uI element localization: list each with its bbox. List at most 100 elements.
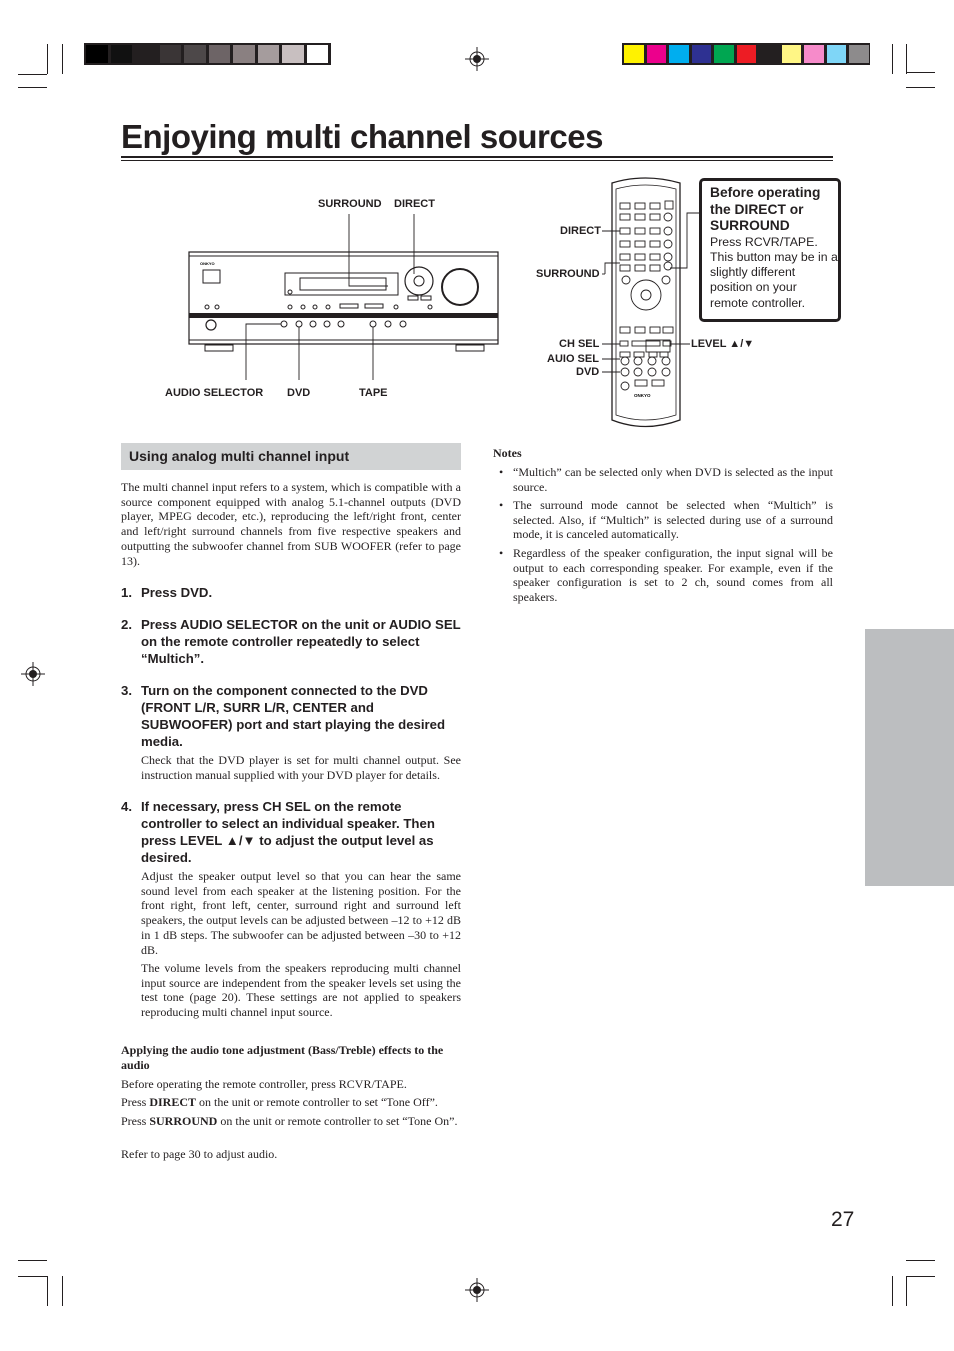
step-text: Press AUDIO SELECTOR on the unit or AUDI… — [141, 617, 461, 666]
title-rule — [121, 156, 833, 158]
note-text: “Multich” can be selected only when DVD … — [513, 465, 833, 494]
color-swatch — [208, 45, 230, 63]
crop-mark — [906, 1276, 907, 1306]
registration-mark-icon — [465, 1278, 489, 1302]
remote-brand-logo: ONKYO — [634, 393, 651, 398]
color-swatch — [826, 45, 846, 63]
color-swatch — [624, 45, 644, 63]
color-swatch — [669, 45, 689, 63]
crop-mark — [18, 87, 47, 88]
color-swatch — [282, 45, 304, 63]
grayscale-bar — [84, 43, 331, 65]
color-swatch — [135, 45, 157, 63]
crop-mark — [892, 44, 893, 74]
color-swatch — [849, 45, 869, 63]
step-number: 4. — [121, 799, 132, 814]
callout-title: Before operating the DIRECT or SURROUND — [710, 185, 821, 233]
level-label: LEVEL ▲/▼ — [691, 338, 755, 350]
intro-paragraph: The multi channel input refers to a syst… — [121, 480, 461, 568]
crop-mark — [892, 1276, 893, 1306]
note-text: Regardless of the speaker configuration,… — [513, 546, 833, 605]
ch-sel-label: CH SEL — [559, 338, 600, 350]
color-swatch — [714, 45, 734, 63]
crop-mark — [906, 1276, 935, 1277]
audio-selector-label: AUDIO SELECTOR — [165, 387, 264, 399]
surround-label: SURROUND — [318, 198, 382, 210]
color-swatch — [646, 45, 666, 63]
tape-label: TAPE — [359, 387, 388, 399]
title-rule — [121, 160, 833, 161]
dvd-label: DVD — [287, 387, 311, 399]
step-4-detail: Adjust the speaker output level so that … — [141, 869, 461, 957]
crop-mark — [906, 87, 935, 88]
tone-paragraph: Before operating the remote controller, … — [121, 1077, 407, 1091]
color-swatch — [804, 45, 824, 63]
color-swatch — [306, 45, 328, 63]
text: Press — [121, 1095, 150, 1109]
color-swatch — [736, 45, 756, 63]
process-color-bar — [622, 43, 870, 65]
step-number: 1. — [121, 585, 132, 600]
crop-mark — [18, 1276, 47, 1277]
step-text: Turn on the component connected to the D… — [141, 683, 446, 749]
step-text: If necessary, press CH SEL on the remote… — [141, 799, 435, 865]
color-swatch — [759, 45, 779, 63]
tone-paragraph: Refer to page 30 to adjust audio. — [121, 1147, 278, 1161]
color-swatch — [86, 45, 108, 63]
page-number: 27 — [831, 1208, 855, 1231]
note-item: • The surround mode cannot be selected wh… — [499, 498, 833, 542]
remote-direct-label: DIRECT — [560, 225, 601, 237]
step-4: 4. If necessary, press CH SEL on the remo… — [121, 798, 461, 866]
section-heading: Using analog multi channel input — [121, 443, 461, 470]
step-4-detail: The volume levels from the speakers repr… — [141, 961, 461, 1020]
step-number: 3. — [121, 683, 132, 698]
crop-mark — [18, 74, 47, 75]
notes-heading: Notes — [493, 446, 522, 460]
registration-mark-icon — [21, 662, 45, 686]
direct-emphasis: DIRECT — [149, 1095, 197, 1109]
registration-mark-icon — [465, 47, 489, 71]
note-item: • “Multich” can be selected only when DVD… — [499, 465, 833, 494]
crop-mark — [47, 44, 48, 74]
side-tab — [865, 629, 954, 886]
remote-dvd-label: DVD — [576, 366, 600, 378]
remote-controller-diagram: ONKYO — [602, 177, 699, 428]
note-text: The surround mode cannot be selected whe… — [513, 498, 833, 542]
step-text: Press DVD. — [141, 585, 213, 600]
color-swatch — [781, 45, 801, 63]
receiver-front-panel-diagram: ONKYO — [188, 214, 499, 380]
tone-paragraph: Press DIRECT on the unit or remote contr… — [121, 1095, 461, 1110]
color-swatch — [184, 45, 206, 63]
surround-emphasis: SURROUND — [149, 1114, 218, 1128]
step-3: 3. Turn on the component connected to the… — [121, 682, 461, 750]
crop-mark — [906, 1260, 935, 1261]
direct-label: DIRECT — [394, 198, 435, 210]
callout-body: Press RCVR/TAPE. This button may be in a… — [710, 234, 838, 310]
color-swatch — [691, 45, 711, 63]
crop-mark — [62, 44, 63, 74]
text: on the unit or remote controller to set … — [217, 1114, 458, 1128]
remote-surround-label: SURROUND — [536, 268, 600, 280]
color-swatch — [110, 45, 132, 63]
crop-mark — [47, 1276, 48, 1306]
step-3-detail: Check that the DVD player is set for mul… — [141, 753, 461, 782]
crop-mark — [906, 72, 935, 73]
note-item: • Regardless of the speaker configuration… — [499, 546, 833, 605]
color-swatch — [257, 45, 279, 63]
step-2: 2. Press AUDIO SELECTOR on the unit or AU… — [121, 616, 461, 667]
page-title: Enjoying multi channel sources — [121, 118, 603, 155]
step-number: 2. — [121, 617, 132, 632]
crop-mark — [906, 44, 907, 74]
color-swatch — [233, 45, 255, 63]
audio-sel-label: AUIO SEL — [547, 353, 599, 365]
step-1: 1. Press DVD. — [121, 584, 461, 601]
crop-mark — [18, 1260, 47, 1261]
brand-logo: ONKYO — [200, 261, 215, 266]
text: Press — [121, 1114, 150, 1128]
callout-box: Before operating the DIRECT or SURROUND … — [699, 178, 841, 322]
text: on the unit or remote controller to set … — [196, 1095, 438, 1109]
tone-heading: Applying the audio tone adjustment (Bass… — [121, 1043, 444, 1072]
tone-paragraph: Press SURROUND on the unit or remote con… — [121, 1114, 461, 1129]
color-swatch — [159, 45, 181, 63]
crop-mark — [62, 1276, 63, 1306]
